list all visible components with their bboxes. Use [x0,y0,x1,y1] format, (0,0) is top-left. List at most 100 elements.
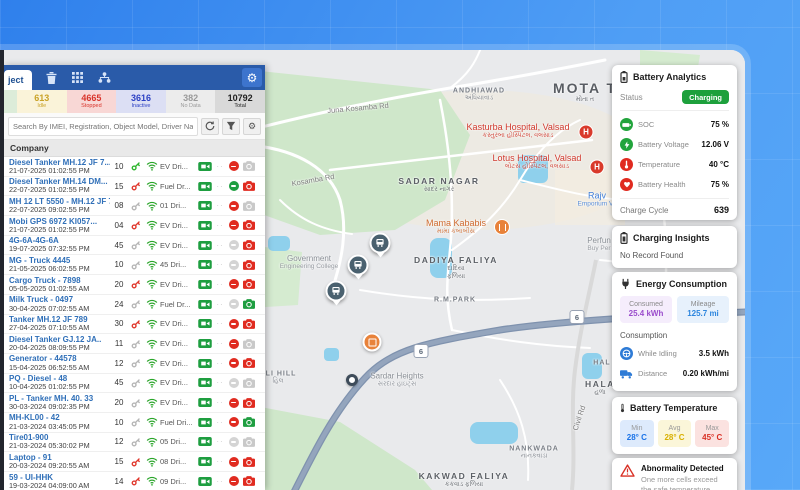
immobilizer-status-icon[interactable] [229,339,239,349]
snapshot-camera-icon[interactable] [243,201,255,211]
snapshot-camera-icon[interactable] [243,339,255,349]
vehicle-row[interactable]: Generator - 44578 15-04-2025 06:52:55 AM… [4,354,265,374]
video-camera-icon[interactable] [195,359,214,368]
snapshot-camera-icon[interactable] [243,358,255,368]
immobilizer-status-icon[interactable] [229,437,239,447]
video-camera-icon[interactable] [195,319,214,328]
grid-icon[interactable] [72,72,83,83]
vehicle-row[interactable]: Tanker MH.12 JF 789 27-04-2025 07:10:55 … [4,315,265,335]
vehicle-row[interactable]: Mobi GPS 6972 KI057... 21-07-2025 01:02:… [4,216,265,236]
immobilizer-status-icon[interactable] [229,181,239,191]
vehicle-row[interactable]: Diesel Tanker MH.12 JF 7... 21-07-2025 0… [4,157,265,177]
immobilizer-status-icon[interactable] [229,457,239,467]
ignition-key-icon [128,279,143,289]
vehicle-row[interactable]: Diesel Tanker GJ.12 JA.. 20-04-2025 08:0… [4,334,265,354]
pin-marker[interactable] [370,233,391,254]
vehicle-row[interactable]: MH 12 LT 5550 - MH.12 JF 7... 22-07-2025… [4,196,265,216]
snapshot-camera-icon[interactable] [243,279,255,289]
immobilizer-status-icon[interactable] [229,299,239,309]
food-marker[interactable] [494,219,510,235]
video-camera-icon[interactable] [195,378,214,387]
snapshot-camera-icon[interactable] [243,240,255,250]
video-camera-icon[interactable] [195,280,214,289]
immobilizer-status-icon[interactable] [229,476,239,486]
snapshot-camera-icon[interactable] [243,319,255,329]
vehicle-row[interactable]: 4G-6A-4G-6A 19-07-2025 07:32:55 PM 45 EV… [4,236,265,256]
station-marker[interactable] [363,333,382,352]
panel-settings-button[interactable]: ⚙ [242,68,262,87]
video-camera-icon[interactable] [195,339,214,348]
snapshot-camera-icon[interactable] [243,437,255,447]
vehicle-row[interactable]: MH-KL00 - 42 21-03-2024 03:45:05 PM 10 F… [4,413,265,433]
vehicle-row[interactable]: Diesel Tanker MH.14 DM... 22-07-2025 01:… [4,177,265,197]
video-camera-icon[interactable] [195,300,214,309]
trash-icon[interactable] [46,72,57,84]
video-camera-icon[interactable] [195,418,214,427]
immobilizer-status-icon[interactable] [229,417,239,427]
video-camera-icon[interactable] [195,241,214,250]
immobilizer-status-icon[interactable] [229,319,239,329]
video-camera-icon[interactable] [195,398,214,407]
hospital-marker[interactable]: H [579,125,594,140]
vehicle-row[interactable]: 59 - UI-HHK 19-03-2024 04:09:00 AM 14 09… [4,472,265,490]
dot-marker[interactable] [346,374,358,386]
snapshot-camera-icon[interactable] [243,161,255,171]
driver-label: Fuel Dr... [160,182,195,191]
metric-value: 75 % [711,120,729,129]
status-filter-total[interactable]: 10792 Total [215,90,265,113]
immobilizer-status-icon[interactable] [229,201,239,211]
search-input[interactable] [8,117,198,136]
immobilizer-status-icon[interactable] [229,279,239,289]
sitemap-icon[interactable] [98,72,111,83]
status-filter-idle[interactable]: 613 Idle [17,90,67,113]
vehicle-row[interactable]: PQ - Diesel - 48 10-04-2025 01:02:55 PM … [4,374,265,394]
vehicle-row[interactable]: Milk Truck - 0497 30-04-2025 07:02:55 AM… [4,295,265,315]
max-temp-box: Max 45° C [695,420,729,447]
snapshot-camera-icon[interactable] [243,299,255,309]
snapshot-camera-icon[interactable] [243,220,255,230]
table-header-company[interactable]: Company [4,140,265,157]
immobilizer-status-icon[interactable] [229,161,239,171]
status-filter-nodata[interactable]: 382 No Data [166,90,216,113]
snapshot-camera-icon[interactable] [243,181,255,191]
video-camera-icon[interactable] [195,182,214,191]
vehicle-row[interactable]: PL - Tanker MH. 40. 33 30-03-2024 09:02:… [4,393,265,413]
immobilizer-status-icon[interactable] [229,220,239,230]
vehicle-row[interactable]: Laptop - 91 20-03-2024 09:20:55 AM 15 08… [4,452,265,472]
video-camera-icon[interactable] [195,162,214,171]
status-label: Status [620,93,643,102]
status-filter-running[interactable] [4,90,17,113]
immobilizer-status-icon[interactable] [229,398,239,408]
status-filter-stopped[interactable]: 4665 Stopped [67,90,117,113]
vehicle-row[interactable]: Tire01-900 21-03-2024 05:30:02 PM 12 05 … [4,433,265,453]
video-camera-icon[interactable] [195,221,214,230]
pin-marker[interactable] [326,281,347,302]
snapshot-camera-icon[interactable] [243,457,255,467]
status-filter-inactive[interactable]: 3616 Inactive [116,90,166,113]
snapshot-camera-icon[interactable] [243,398,255,408]
immobilizer-status-icon[interactable] [229,240,239,250]
snapshot-camera-icon[interactable] [243,378,255,388]
snapshot-camera-icon[interactable] [243,417,255,427]
tab-object[interactable]: ject [4,70,32,90]
video-camera-icon[interactable] [195,437,214,446]
refresh-icon[interactable] [201,118,219,135]
immobilizer-status-icon[interactable] [229,358,239,368]
immobilizer-status-icon[interactable] [229,378,239,388]
snapshot-camera-icon[interactable] [243,476,255,486]
battery-analytics-header: Battery Analytics [620,71,729,83]
video-camera-icon[interactable] [195,457,214,466]
video-camera-icon[interactable] [195,260,214,269]
gear-icon[interactable]: ⚙ [243,118,261,135]
snapshot-camera-icon[interactable] [243,260,255,270]
vehicle-row[interactable]: MG - Truck 4445 21-05-2025 06:02:55 PM 1… [4,255,265,275]
pin-marker[interactable] [348,255,369,276]
filter-icon[interactable] [222,118,240,135]
hospital-marker[interactable]: H [590,160,605,175]
immobilizer-status-wrap [226,339,241,349]
wifi-signal-icon [143,299,160,309]
video-camera-icon[interactable] [195,201,214,210]
video-camera-icon[interactable] [195,477,214,486]
vehicle-row[interactable]: Cargo Truck - 7898 05-05-2025 01:02:55 A… [4,275,265,295]
immobilizer-status-icon[interactable] [229,260,239,270]
